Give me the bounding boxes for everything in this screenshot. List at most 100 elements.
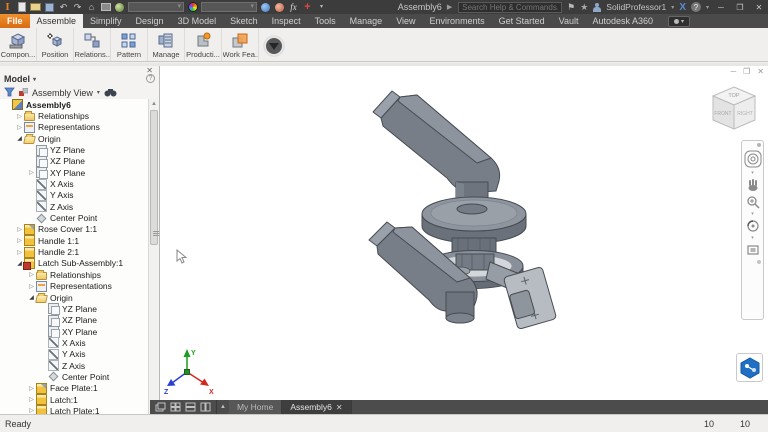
tab-close-icon[interactable]: ✕ (336, 403, 343, 412)
doc-restore-icon[interactable]: ❐ (743, 67, 750, 76)
scrollbar-thumb[interactable] (150, 110, 158, 245)
view-selector-caret-icon[interactable]: ▾ (97, 89, 100, 96)
productivity-button[interactable]: Producti... (185, 28, 222, 61)
restore-button[interactable]: ❐ (733, 3, 747, 12)
tree-item-y-axis[interactable]: Y Axis (0, 349, 149, 360)
undo-icon[interactable]: ↶ (58, 1, 69, 13)
manage-button[interactable]: Manage (148, 28, 185, 61)
tree-item-xy-plane[interactable]: ▷XY Plane (0, 167, 149, 178)
help-caret-icon[interactable]: ▾ (706, 4, 709, 11)
new-document-icon[interactable] (16, 1, 27, 13)
door-handle-assembly-model[interactable] (160, 66, 768, 400)
navbar-caret-icon[interactable]: ▾ (751, 236, 754, 240)
navbar-options-dot-icon[interactable] (757, 143, 761, 147)
redo-icon[interactable]: ↷ (72, 1, 83, 13)
tree-item-yz-plane[interactable]: YZ Plane (0, 144, 149, 155)
arrange-horizontal-icon[interactable] (185, 402, 196, 412)
tree-item-rose-cover-1-1[interactable]: ▷Rose Cover 1:1 (0, 224, 149, 235)
doc-close-icon[interactable]: ✕ (757, 67, 764, 76)
tree-item-xz-plane[interactable]: XZ Plane (0, 315, 149, 326)
tree-expand-icon[interactable]: ▷ (27, 169, 36, 176)
tab-environments[interactable]: Environments (423, 14, 492, 28)
tab-3d-model[interactable]: 3D Model (171, 14, 224, 28)
tree-expand-icon[interactable]: ▷ (27, 283, 36, 290)
color-wheel-icon[interactable] (187, 1, 198, 13)
tab-vault[interactable]: Vault (552, 14, 586, 28)
tree-item-latch-1[interactable]: ▷Latch:1 (0, 394, 149, 405)
document-tab-my-home[interactable]: My Home (229, 400, 282, 414)
tree-item-z-axis[interactable]: Z Axis (0, 201, 149, 212)
search-input[interactable] (458, 2, 562, 13)
tree-expand-icon[interactable]: ▷ (15, 113, 24, 120)
tab-autodesk-a360[interactable]: Autodesk A360 (585, 14, 660, 28)
tab-simplify[interactable]: Simplify (83, 14, 129, 28)
filter-funnel-icon[interactable] (4, 87, 15, 98)
material-combo[interactable]: ▾ (128, 1, 184, 13)
close-button[interactable]: ✕ (752, 3, 766, 12)
tree-item-latch-plate-1[interactable]: ▷Latch Plate:1 (0, 405, 149, 414)
tree-item-z-axis[interactable]: Z Axis (0, 360, 149, 371)
tree-expand-icon[interactable]: ▷ (27, 385, 36, 392)
inventor-logo-icon[interactable]: I (2, 1, 13, 13)
favorites-star-icon[interactable]: ★ (580, 2, 588, 13)
zoom-icon[interactable] (746, 195, 760, 209)
panel-title-caret-icon[interactable]: ▾ (33, 76, 36, 83)
appearance-combo[interactable]: ▾ (201, 1, 257, 13)
help-button[interactable]: ? (691, 2, 701, 12)
tree-item-center-point[interactable]: Center Point (0, 371, 149, 382)
tab-file[interactable]: File (0, 14, 30, 28)
tree-item-relationships[interactable]: ▷Relationships (0, 110, 149, 121)
exchange-apps-icon[interactable]: X (679, 2, 686, 13)
ribbon-panel-toggle-button[interactable] (259, 28, 289, 61)
render-image-icon[interactable] (100, 1, 111, 13)
tab-inspect[interactable]: Inspect (265, 14, 308, 28)
navbar-caret-icon[interactable]: ▾ (751, 171, 754, 175)
tab-assemble[interactable]: Assemble (30, 14, 84, 28)
qat-overflow-icon[interactable]: ▾ (316, 1, 327, 13)
tree-expand-icon[interactable]: ▷ (15, 124, 24, 131)
tree-expand-icon[interactable]: ▷ (15, 226, 24, 233)
scroll-up-icon[interactable]: ▲ (149, 99, 159, 109)
tree-item-representations[interactable]: ▷Representations (0, 122, 149, 133)
open-folder-icon[interactable] (30, 1, 41, 13)
tab-tools[interactable]: Tools (308, 14, 343, 28)
minimize-button[interactable]: ─ (714, 3, 728, 12)
a360-share-button[interactable] (736, 353, 763, 382)
tree-expand-icon[interactable]: ▷ (15, 249, 24, 256)
tree-item-origin[interactable]: ◢Origin (0, 292, 149, 303)
panel-title[interactable]: Model (4, 74, 30, 84)
user-avatar-icon[interactable] (593, 3, 601, 12)
tree-expand-icon[interactable]: ▷ (27, 396, 36, 403)
graphics-viewport[interactable]: ─ ❐ ✕ TOP FRONT RIGHT ▾ ▾ (160, 66, 768, 400)
view-cube[interactable]: TOP FRONT RIGHT (705, 80, 763, 138)
screencast-camera-icon[interactable]: ▾ (668, 16, 690, 27)
tree-item-assembly6[interactable]: Assembly6 (0, 99, 149, 110)
navbar-more-dot-icon[interactable] (757, 260, 761, 264)
arrange-vertical-icon[interactable] (200, 402, 211, 412)
tree-item-relationships[interactable]: ▷Relationships (0, 269, 149, 280)
panel-scrollbar[interactable]: ▲ ▼ (148, 99, 158, 414)
tree-item-latch-sub-assembly-1[interactable]: ◢Latch Sub-Assembly:1 (0, 258, 149, 269)
tree-item-yz-plane[interactable]: YZ Plane (0, 303, 149, 314)
tree-item-handle-2-1[interactable]: ▷Handle 2:1 (0, 246, 149, 257)
save-icon[interactable] (44, 1, 55, 13)
tree-item-xy-plane[interactable]: XY Plane (0, 326, 149, 337)
cascade-windows-icon[interactable] (155, 402, 166, 412)
tab-design[interactable]: Design (129, 14, 171, 28)
tree-item-origin[interactable]: ◢Origin (0, 133, 149, 144)
measure-icon[interactable]: + (302, 1, 313, 13)
pan-hand-icon[interactable] (746, 178, 760, 192)
navbar-caret-icon[interactable]: ▾ (751, 212, 754, 216)
material-sphere-icon[interactable] (114, 1, 125, 13)
position-button[interactable]: Position (37, 28, 74, 61)
tree-item-x-axis[interactable]: X Axis (0, 178, 149, 189)
user-name[interactable]: SolidProfessor1 (606, 2, 666, 12)
search-pennant-icon[interactable]: ⚑ (567, 2, 575, 13)
adjust-icon[interactable] (260, 1, 271, 13)
document-tab-assembly6[interactable]: Assembly6✕ (282, 400, 351, 414)
panel-help-icon[interactable]: ? (146, 74, 155, 83)
tile-windows-icon[interactable] (170, 402, 181, 412)
tree-item-x-axis[interactable]: X Axis (0, 337, 149, 348)
tab-manage[interactable]: Manage (343, 14, 390, 28)
tab-view[interactable]: View (389, 14, 422, 28)
